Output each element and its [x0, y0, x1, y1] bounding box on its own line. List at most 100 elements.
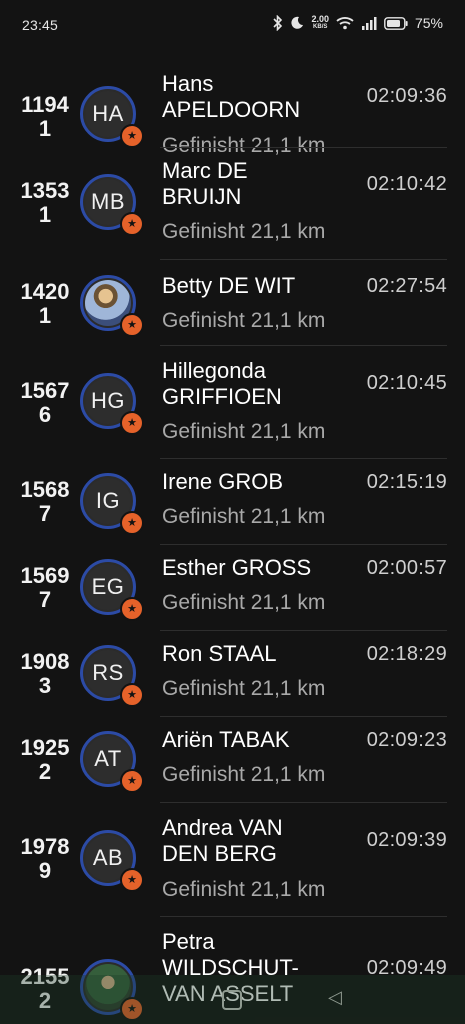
bib-number-line1: 1569	[20, 563, 70, 588]
finish-time: 02:00:57	[366, 557, 447, 579]
star-icon: ★	[120, 683, 144, 707]
finish-status: Gefinisht 21,1 km	[162, 505, 326, 528]
star-icon: ★	[120, 124, 144, 148]
avatar: HA ★	[80, 86, 144, 148]
finish-status: Gefinisht 21,1 km	[162, 763, 326, 786]
runner-name-line1: Petra	[162, 929, 215, 954]
bib-number-line2: 1	[38, 202, 52, 227]
bib-number-line2: 1	[38, 116, 52, 141]
runner-name-line1: Ron STAAL	[162, 641, 277, 666]
bib-number-line2: 2	[38, 759, 52, 784]
star-icon: ★	[120, 868, 144, 892]
star-icon: ★	[120, 511, 144, 535]
runner-name-line1: Andrea VAN	[162, 815, 283, 840]
star-icon: ★	[120, 212, 144, 236]
finish-status: Gefinisht 21,1 km	[162, 591, 326, 614]
finish-status: Gefinisht 21,1 km	[162, 878, 326, 901]
star-icon: ★	[120, 411, 144, 435]
star-icon: ★	[120, 769, 144, 793]
bib-number-line1: 1194	[21, 92, 69, 117]
runner-name: Hillegonda GRIFFIOEN	[162, 358, 352, 410]
bib-number: 1978 9	[12, 835, 78, 883]
finish-time: 02:09:23	[366, 729, 447, 751]
runner-name-line1: Hans	[162, 71, 214, 96]
bib-number-line1: 1353	[20, 178, 70, 203]
result-row[interactable]: 1194 1 HA ★ Hans APELDOORN 02:09:36 Gefi…	[0, 62, 465, 157]
bib-number-line2: 3	[38, 673, 52, 698]
network-speed-unit: KB/S	[313, 24, 328, 30]
bib-number-line1: 1908	[20, 649, 70, 674]
bib-number: 1925 2	[12, 736, 78, 784]
runner-name-line2: BRUIJN	[162, 184, 242, 209]
result-row[interactable]: 1568 7 IG ★ Irene GROB 02:15:19 Gefinish…	[0, 459, 465, 545]
result-row[interactable]: 1420 1 ★ Betty DE WIT 02:27:54 Gefinisht…	[0, 260, 465, 346]
avatar: AB ★	[80, 830, 144, 892]
runner-name-line1: Esther GROSS	[162, 555, 312, 580]
bib-number-line2: 9	[38, 858, 52, 883]
star-icon: ★	[120, 313, 144, 337]
bib-number-line1: 1420	[20, 279, 70, 304]
bib-number: 1568 7	[12, 478, 78, 526]
bib-number-line1: 1925	[20, 735, 70, 760]
result-row[interactable]: 1908 3 RS ★ Ron STAAL 02:18:29 Gefinisht…	[0, 631, 465, 717]
result-row[interactable]: 1569 7 EG ★ Esther GROSS 02:00:57 Gefini…	[0, 545, 465, 631]
finish-status: Gefinisht 21,1 km	[162, 677, 326, 700]
bib-number: 1908 3	[12, 650, 78, 698]
network-speed: 2.00 KB/S	[311, 15, 329, 31]
bib-number: 1420 1	[12, 280, 78, 328]
runner-name: Marc DE BRUIJN	[162, 158, 352, 210]
results-list[interactable]: 1194 1 HA ★ Hans APELDOORN 02:09:36 Gefi…	[0, 62, 465, 1021]
bib-number-line2: 7	[38, 501, 52, 526]
network-speed-value: 2.00	[311, 14, 329, 24]
bib-number: 1353 1	[12, 179, 78, 227]
back-icon[interactable]: ◁	[328, 987, 342, 1008]
runner-name-line1: Betty DE WIT	[162, 273, 296, 298]
runner-name: Betty DE WIT	[162, 273, 352, 299]
bib-number: 1194 1	[12, 93, 78, 141]
bib-number-line2: 6	[38, 402, 52, 427]
runner-name-line2: APELDOORN	[162, 97, 301, 122]
avatar: AT ★	[80, 731, 144, 793]
runner-name-line1: Irene GROB	[162, 469, 284, 494]
finish-time: 02:09:36	[366, 85, 447, 107]
avatar: MB ★	[80, 174, 144, 236]
wifi-icon	[336, 17, 354, 30]
finish-time: 02:18:29	[366, 643, 447, 665]
result-row[interactable]: 1353 1 MB ★ Marc DE BRUIJN 02:10:42 Gefi…	[0, 148, 465, 260]
bluetooth-icon	[273, 15, 283, 31]
runner-name-line1: Marc DE	[162, 158, 248, 183]
status-icons: 2.00 KB/S 75%	[273, 15, 443, 31]
runner-name-line1: Hillegonda	[162, 358, 266, 383]
bib-number: 1567 6	[12, 379, 78, 427]
finish-status: Gefinisht 21,1 km	[162, 220, 326, 243]
bib-number-line2: 7	[38, 587, 52, 612]
avatar: IG ★	[80, 473, 144, 535]
finish-time: 02:09:39	[366, 829, 447, 851]
runner-name: Ariën TABAK	[162, 727, 352, 753]
home-icon[interactable]	[222, 990, 242, 1010]
finish-status: Gefinisht 21,1 km	[162, 309, 326, 332]
finish-time: 02:15:19	[366, 471, 447, 493]
bib-number-line2: 1	[38, 303, 52, 328]
runner-name: Esther GROSS	[162, 555, 347, 581]
runner-name: Hans APELDOORN	[162, 71, 352, 123]
result-row[interactable]: 1567 6 HG ★ Hillegonda GRIFFIOEN 02:10:4…	[0, 346, 465, 459]
status-bar: 23:45 2.00 KB/S 75%	[0, 0, 465, 50]
star-icon: ★	[120, 597, 144, 621]
finish-time: 02:10:45	[366, 372, 447, 394]
runner-name-line1: Ariën TABAK	[162, 727, 290, 752]
battery-icon	[384, 16, 408, 30]
runner-name: Andrea VAN DEN BERG	[162, 815, 352, 867]
avatar: HG ★	[80, 373, 144, 435]
runner-name-line2: DEN BERG	[162, 841, 277, 866]
result-row[interactable]: 1978 9 AB ★ Andrea VAN DEN BERG 02:09:39…	[0, 803, 465, 917]
runner-name-line2: GRIFFIOEN	[162, 384, 282, 409]
runner-name: Irene GROB	[162, 469, 352, 495]
result-row[interactable]: 1925 2 AT ★ Ariën TABAK 02:09:23 Gefinis…	[0, 717, 465, 803]
finish-time: 02:27:54	[366, 275, 447, 297]
runner-name: Ron STAAL	[162, 641, 352, 667]
finish-time: 02:10:42	[366, 173, 447, 195]
clock: 23:45	[22, 17, 59, 33]
bib-number-line1: 1568	[20, 477, 70, 502]
finish-status: Gefinisht 21,1 km	[162, 420, 326, 443]
